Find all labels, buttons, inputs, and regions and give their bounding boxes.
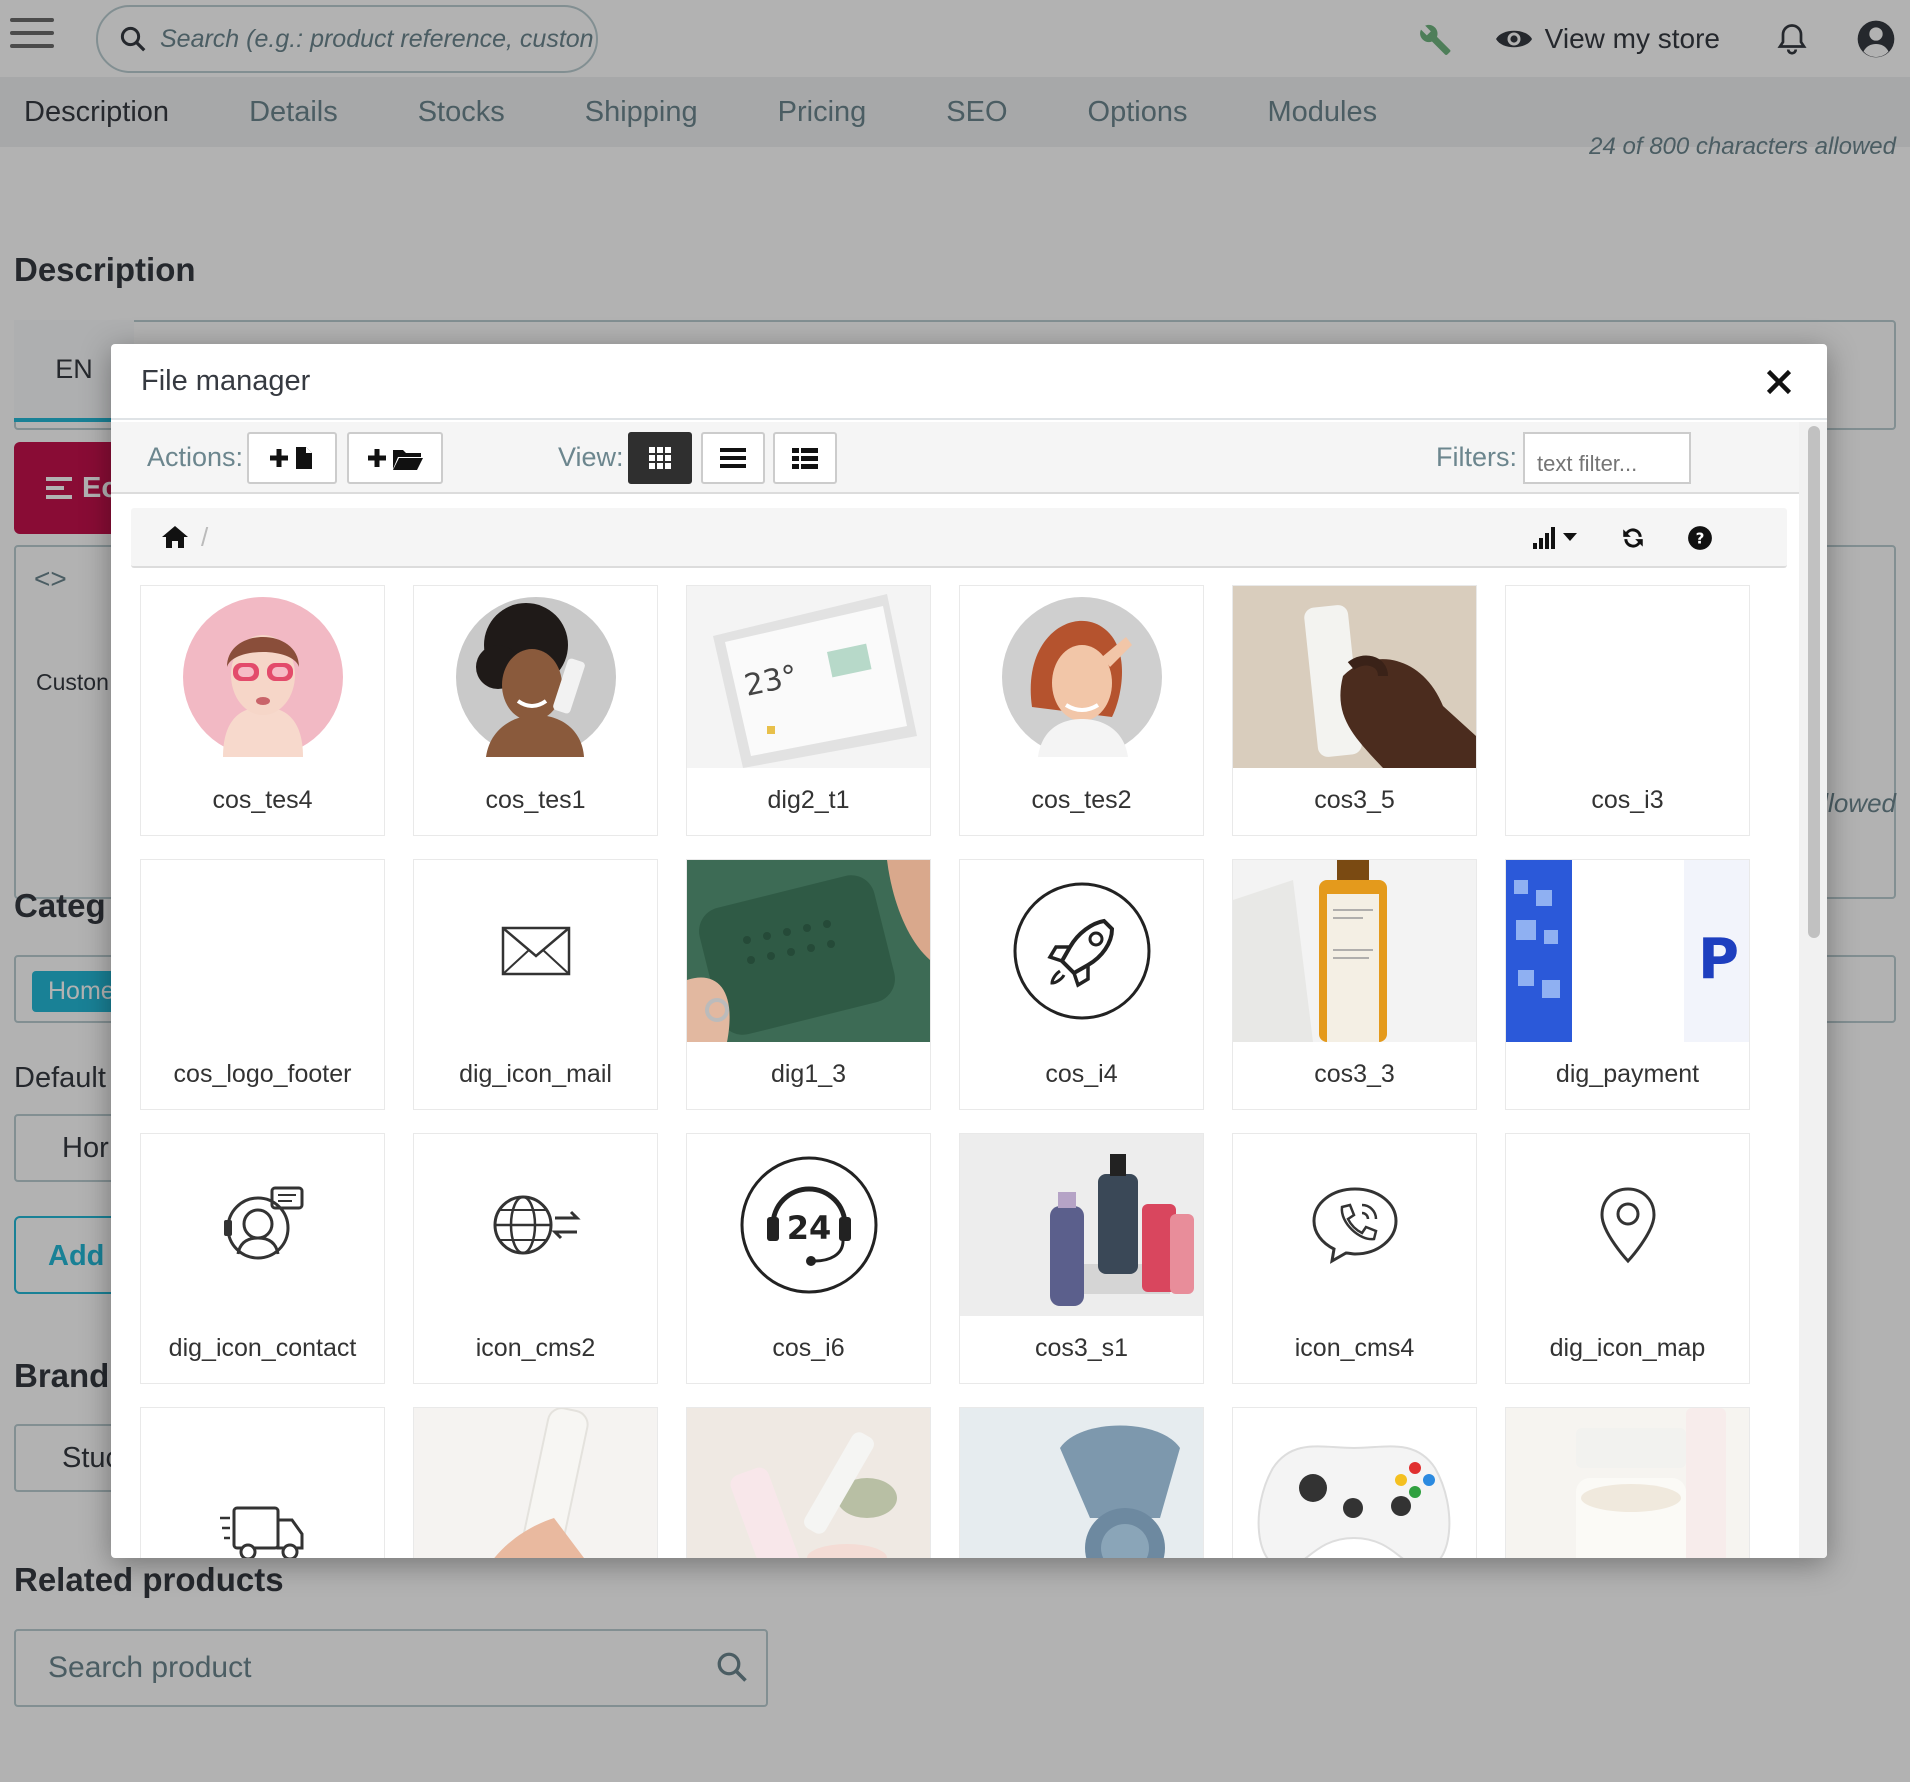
file-name: cos_logo_footer xyxy=(173,1060,352,1088)
phone-bubble-icon xyxy=(1311,1187,1398,1264)
file-name: cos_i6 xyxy=(772,1334,845,1362)
file-name: cos_tes1 xyxy=(485,786,586,814)
payment-logos-thumb: P xyxy=(1506,860,1749,1042)
actions-label: Actions: xyxy=(147,442,244,472)
blank-thumb xyxy=(141,860,384,1042)
cream-jar-thumb xyxy=(1506,1408,1749,1558)
columns-icon xyxy=(792,448,818,469)
file-tile[interactable]: cos_i3 xyxy=(1506,586,1749,835)
file-name: cos_i3 xyxy=(1591,786,1664,814)
hand-with-tube-thumb xyxy=(414,1408,657,1558)
filters-label: Filters: xyxy=(1436,442,1517,472)
new-folder-button[interactable] xyxy=(347,432,443,484)
svg-text:?: ? xyxy=(1696,529,1705,547)
file-name: dig_icon_mail xyxy=(459,1060,612,1088)
file-tile[interactable]: cos3_s1 xyxy=(960,1134,1203,1383)
file-manager-modal: File manager Actions: View: Filters: / ? xyxy=(111,344,1827,1558)
blue-device-thumb xyxy=(960,1408,1203,1558)
file-tile[interactable]: dig_icon_contact xyxy=(141,1134,384,1383)
rocket-icon xyxy=(1013,882,1150,1020)
help-icon[interactable]: ? xyxy=(1687,525,1713,551)
file-name: cos3_5 xyxy=(1314,786,1395,814)
add-folder-icon xyxy=(368,449,423,470)
portrait-red-hair-thumb xyxy=(1001,597,1162,757)
grid-view-button[interactable] xyxy=(628,432,692,484)
file-tile[interactable] xyxy=(414,1408,657,1558)
upload-file-button[interactable] xyxy=(247,432,337,484)
portrait-pink-glasses-thumb xyxy=(182,597,343,757)
file-name: dig_icon_contact xyxy=(168,1334,357,1362)
map-pin-icon xyxy=(1599,1187,1656,1264)
file-name: cos_i4 xyxy=(1045,1060,1118,1088)
list-icon xyxy=(720,448,746,468)
refresh-icon[interactable] xyxy=(1620,525,1646,551)
file-tile[interactable]: cos_tes1 xyxy=(414,586,657,835)
contact-headset-icon xyxy=(223,1186,303,1260)
mail-icon xyxy=(501,926,570,976)
file-tile[interactable]: cos_logo_footer xyxy=(141,860,384,1109)
list-view-button[interactable] xyxy=(701,432,765,484)
support-24-icon: 24 xyxy=(740,1156,877,1294)
svg-text:P: P xyxy=(1698,927,1739,992)
file-tile[interactable]: P dig_payment xyxy=(1506,860,1749,1109)
file-name: cos_tes2 xyxy=(1031,786,1132,814)
file-tile[interactable]: dig1_3 xyxy=(687,860,930,1109)
home-icon[interactable] xyxy=(161,524,189,550)
globe-arrows-icon xyxy=(493,1195,581,1255)
file-tile[interactable]: dig_icon_map xyxy=(1506,1134,1749,1383)
delivery-truck-icon xyxy=(219,1506,303,1558)
modal-header: File manager xyxy=(111,344,1827,420)
modal-title: File manager xyxy=(141,364,311,397)
file-tile[interactable]: cos_tes2 xyxy=(960,586,1203,835)
scrollbar-thumb[interactable] xyxy=(1808,426,1820,938)
hand-holding-tube-thumb xyxy=(1233,586,1476,768)
file-tile[interactable]: dig_icon_mail xyxy=(414,860,657,1109)
sort-icon[interactable] xyxy=(1533,525,1581,551)
file-tile[interactable]: icon_cms2 xyxy=(414,1134,657,1383)
columns-view-button[interactable] xyxy=(773,432,837,484)
file-tile[interactable]: cos3_3 xyxy=(1233,860,1476,1109)
file-name: dig_icon_map xyxy=(1549,1334,1706,1362)
breadcrumb: / ? xyxy=(131,508,1787,568)
file-name: dig_payment xyxy=(1555,1060,1700,1088)
breadcrumb-separator: / xyxy=(201,522,209,552)
file-tile[interactable] xyxy=(1233,1408,1476,1558)
smart-display-thumb: 23° xyxy=(687,586,930,768)
file-tile[interactable] xyxy=(960,1408,1203,1558)
view-label: View: xyxy=(558,442,624,472)
file-name: icon_cms2 xyxy=(475,1334,596,1362)
close-icon[interactable] xyxy=(1761,364,1797,400)
game-controller-thumb xyxy=(1233,1408,1476,1558)
file-name: icon_cms4 xyxy=(1294,1334,1415,1362)
svg-text:24: 24 xyxy=(786,1209,831,1247)
blank-thumb xyxy=(1506,586,1749,768)
file-tile[interactable]: cos_i4 xyxy=(960,860,1203,1109)
file-name: dig1_3 xyxy=(770,1060,847,1088)
file-tile[interactable]: 23° dig2_t1 xyxy=(687,586,930,835)
file-name: cos3_s1 xyxy=(1034,1334,1129,1362)
cosmetic-bottles-thumb xyxy=(960,1134,1203,1316)
file-manager-toolbar: Actions: View: Filters: xyxy=(111,422,1799,494)
text-filter-input[interactable] xyxy=(1523,432,1691,484)
file-tile[interactable] xyxy=(141,1408,384,1558)
cream-products-thumb xyxy=(687,1408,930,1558)
amber-bottle-thumb xyxy=(1233,860,1476,1042)
green-speaker-thumb xyxy=(687,860,930,1042)
portrait-curly-hair-thumb xyxy=(455,597,616,757)
grid-icon xyxy=(649,447,671,469)
file-tile[interactable]: icon_cms4 xyxy=(1233,1134,1476,1383)
file-tile[interactable]: cos_tes4 xyxy=(141,586,384,835)
add-file-icon xyxy=(270,447,312,469)
file-tile[interactable]: cos3_5 xyxy=(1233,586,1476,835)
file-tile[interactable] xyxy=(1506,1408,1749,1558)
file-tile[interactable]: 24 cos_i6 xyxy=(687,1134,930,1383)
file-name: cos_tes4 xyxy=(212,786,313,814)
file-name: dig2_t1 xyxy=(767,786,850,814)
file-name: cos3_3 xyxy=(1314,1060,1395,1088)
modal-scrollbar[interactable] xyxy=(1799,422,1827,1558)
file-tile[interactable] xyxy=(687,1408,930,1558)
